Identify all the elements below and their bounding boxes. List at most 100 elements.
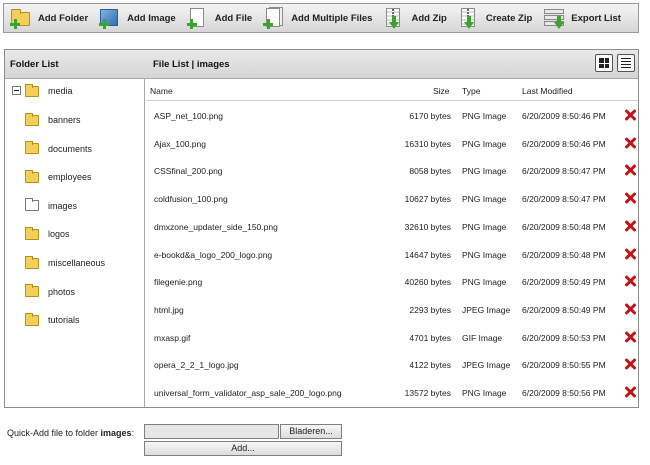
file-modified: 6/20/2009 8:50:46 PM	[522, 138, 606, 149]
file-list-title: File List | images	[153, 59, 230, 70]
delete-icon[interactable]	[624, 109, 636, 121]
open-folder-icon	[25, 198, 39, 212]
file-size: 10627 bytes	[404, 194, 451, 205]
file-list: Name Size Type Last Modified ASP_net_100…	[146, 79, 638, 407]
folder-icon	[25, 83, 39, 97]
file-list-header: Name Size Type Last Modified	[146, 79, 638, 101]
export-list-button[interactable]: Export List	[537, 4, 626, 32]
tree-folder-label: images	[48, 200, 78, 211]
file-modified: 6/20/2009 8:50:47 PM	[522, 194, 606, 205]
file-modified: 6/20/2009 8:50:46 PM	[522, 111, 606, 121]
delete-icon[interactable]	[624, 164, 636, 176]
list-view-button[interactable]	[617, 54, 635, 72]
column-modified-header[interactable]: Last Modified	[522, 86, 573, 96]
tree-folder-tutorials[interactable]: tutorials	[25, 312, 80, 328]
file-modified: 6/20/2009 8:50:56 PM	[522, 388, 606, 398]
file-name: Ajax_100.png	[154, 138, 206, 149]
delete-icon[interactable]	[624, 248, 636, 260]
delete-icon[interactable]	[624, 358, 636, 370]
file-row[interactable]: e-bookd&a_logo_200_logo.png 14647 bytes PN…	[146, 241, 638, 269]
file-size: 40260 bytes	[404, 277, 451, 288]
add-folder-button[interactable]: Add Folder	[4, 4, 93, 32]
delete-icon[interactable]	[624, 331, 636, 343]
folder-icon	[25, 312, 39, 326]
add-button[interactable]: Add...	[144, 441, 342, 456]
tree-folder-logos[interactable]: logos	[25, 226, 70, 242]
tree-folder-documents[interactable]: documents	[25, 141, 92, 157]
quick-add-suffix: :	[131, 428, 135, 438]
collapse-toggle-icon[interactable]	[12, 86, 21, 95]
file-name: universal_form_validator_asp_sale_200_lo…	[154, 388, 342, 398]
file-type: PNG Image	[462, 249, 507, 260]
file-size: 4701 bytes	[409, 332, 451, 343]
file-row[interactable]: mxasp.gif 4701 bytes GIF Image 6/20/2009 8:…	[146, 324, 638, 352]
add-file-button[interactable]: Add File	[181, 4, 257, 32]
export-list-icon	[543, 7, 565, 29]
column-name-header[interactable]: Name	[150, 86, 173, 96]
file-modified: 6/20/2009 8:50:49 PM	[522, 304, 606, 315]
delete-icon[interactable]	[624, 275, 636, 287]
file-name: html.jpg	[154, 304, 184, 315]
browse-button[interactable]: Bladeren...	[280, 424, 342, 439]
add-zip-label: Add Zip	[411, 12, 447, 24]
tree-folder-label: employees	[48, 172, 92, 183]
file-name: opera_2_2_1_logo.jpg	[154, 360, 239, 371]
file-modified: 6/20/2009 8:50:49 PM	[522, 277, 606, 288]
tree-folder-label: tutorials	[48, 315, 80, 326]
tree-folder-label: logos	[48, 229, 70, 240]
folder-icon	[25, 112, 39, 126]
quick-add-prefix: Quick-Add file to folder	[7, 428, 101, 438]
add-zip-button[interactable]: Add Zip	[377, 4, 451, 32]
file-row[interactable]: dmxzone_updater_side_150.png 32610 bytes P…	[146, 213, 638, 241]
toolbar: Add Folder Add Image Add File Add Multip…	[3, 3, 639, 33]
file-row[interactable]: html.jpg 2293 bytes JPEG Image 6/20/2009 8:…	[146, 296, 638, 324]
tree-root-label: media	[48, 86, 73, 96]
file-type: PNG Image	[462, 221, 507, 232]
add-folder-icon	[10, 7, 32, 29]
file-type: GIF Image	[462, 332, 503, 343]
file-type: PNG Image	[462, 111, 507, 121]
file-size: 14647 bytes	[404, 249, 451, 260]
file-size: 16310 bytes	[404, 138, 451, 149]
create-zip-label: Create Zip	[485, 12, 533, 24]
add-folder-label: Add Folder	[38, 12, 89, 24]
file-row[interactable]: universal_form_validator_asp_sale_200_lo…	[146, 379, 638, 407]
grid-view-icon	[599, 58, 609, 68]
tree-folder-employees[interactable]: employees	[25, 169, 92, 185]
file-manager-panel: Folder List File List | images media ban…	[4, 49, 639, 408]
create-zip-button[interactable]: Create Zip	[452, 4, 537, 32]
delete-icon[interactable]	[624, 192, 636, 204]
file-row[interactable]: opera_2_2_1_logo.jpg 4122 bytes JPEG Image…	[146, 351, 638, 379]
add-image-button[interactable]: Add Image	[93, 4, 181, 32]
file-modified: 6/20/2009 8:50:48 PM	[522, 221, 606, 232]
tree-folder-banners[interactable]: banners	[25, 112, 81, 128]
file-type: JPEG Image	[462, 304, 511, 315]
delete-icon[interactable]	[624, 137, 636, 149]
file-row[interactable]: CSSfinal_200.png 8058 bytes PNG Image 6/20/…	[146, 157, 638, 185]
file-type: PNG Image	[462, 138, 507, 149]
column-size-header[interactable]: Size	[433, 86, 450, 96]
thumbnail-view-button[interactable]	[595, 54, 613, 72]
file-row[interactable]: ASP_net_100.png 6170 bytes PNG Image 6/20/2…	[146, 102, 638, 130]
add-zip-icon	[383, 7, 405, 29]
delete-icon[interactable]	[624, 220, 636, 232]
file-name: coldfusion_100.png	[154, 194, 228, 205]
quick-add-file-input[interactable]	[144, 424, 279, 439]
file-row[interactable]: filegenie.png 40260 bytes PNG Image 6/20/20…	[146, 268, 638, 296]
add-image-label: Add Image	[127, 12, 176, 24]
tree-root-media[interactable]: media	[25, 83, 73, 99]
delete-icon[interactable]	[624, 386, 636, 398]
column-type-header[interactable]: Type	[462, 86, 480, 96]
file-row[interactable]: coldfusion_100.png 10627 bytes PNG Image 6/…	[146, 185, 638, 213]
tree-folder-images[interactable]: images	[25, 198, 77, 214]
tree-folder-miscellaneous[interactable]: miscellaneous	[25, 255, 105, 271]
folder-icon	[25, 169, 39, 183]
folder-icon	[25, 141, 39, 155]
delete-icon[interactable]	[624, 303, 636, 315]
tree-folder-photos[interactable]: photos	[25, 284, 75, 300]
add-multiple-files-button[interactable]: Add Multiple Files	[257, 4, 377, 32]
folder-icon	[25, 284, 39, 298]
folder-icon	[25, 255, 39, 269]
folder-list-title: Folder List	[10, 59, 59, 70]
file-row[interactable]: Ajax_100.png 16310 bytes PNG Image 6/20/200…	[146, 130, 638, 158]
